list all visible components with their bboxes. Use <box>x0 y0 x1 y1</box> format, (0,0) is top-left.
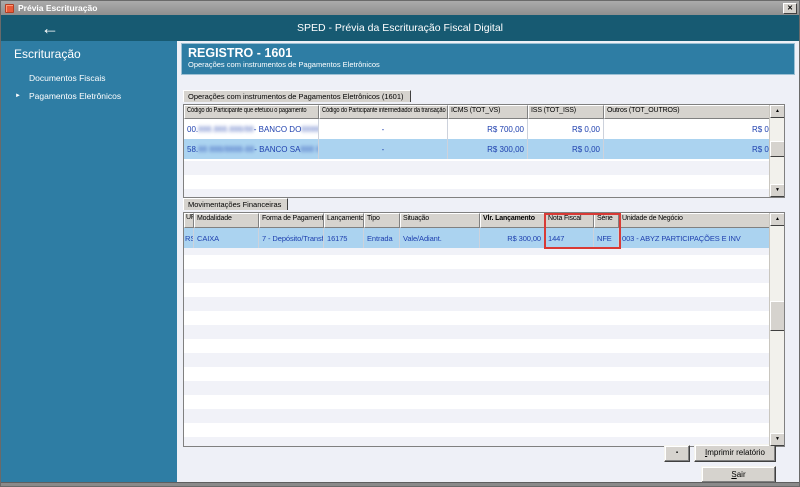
scroll-down-icon[interactable]: ▼ <box>770 433 784 446</box>
iss-cell: R$ 0,00 <box>528 119 604 139</box>
imprimir-relatorio-button[interactable]: Imprimir relatório <box>694 444 776 462</box>
sair-button[interactable]: Sair <box>701 466 776 483</box>
outros-cell: R$ 0,00 <box>604 119 784 139</box>
column-header-tipo[interactable]: Tipo <box>364 213 400 228</box>
column-header-nota-fiscal[interactable]: Nota Fiscal <box>545 213 594 228</box>
tipo-cell: Entrada <box>364 228 400 248</box>
sidebar-title: Escrituração <box>14 47 81 61</box>
column-header-iss[interactable]: ISS (TOT_ISS) <box>528 105 604 119</box>
vlr-lancamento-cell: R$ 300,00 <box>480 228 545 248</box>
vertical-scrollbar[interactable]: ▲ ▼ <box>769 213 784 446</box>
operacoes-grid: Código do Participante que efetuou o pag… <box>183 104 785 198</box>
table-row[interactable]: 00.888.888.888/88 - BANCO DO 88888 88 - … <box>184 119 784 139</box>
outros-cell: R$ 0,00 <box>604 139 784 159</box>
column-header-icms[interactable]: ICMS (TOT_VS) <box>448 105 528 119</box>
titlebar: Prévia Escrituração ✕ <box>1 1 799 15</box>
registro-title: REGISTRO - 1601 <box>188 46 293 60</box>
unidade-negocio-cell: 003 - ABYZ PARTICIPAÇÕES E INV <box>619 228 784 248</box>
serie-cell: NFE <box>594 228 619 248</box>
movimentacoes-grid: UF Modalidade Forma de Pagamento Lançame… <box>183 212 785 447</box>
redacted-text: 888.888.888/88 <box>198 124 254 134</box>
sidebar-item-label: Documentos Fiscais <box>29 73 106 83</box>
scroll-up-icon[interactable]: ▲ <box>770 105 784 118</box>
app-icon <box>5 3 14 13</box>
column-header-situacao[interactable]: Situação <box>400 213 480 228</box>
tab-operacoes-1601[interactable]: Operações com instrumentos de Pagamentos… <box>183 90 411 102</box>
situacao-cell: Vale/Adiant. <box>400 228 480 248</box>
column-header-participante-pagamento[interactable]: Código do Participante que efetuou o pag… <box>184 105 319 119</box>
small-dots-button[interactable]: ▪ <box>664 445 690 462</box>
modalidade-cell: CAIXA <box>194 228 259 248</box>
operacoes-section: Operações com instrumentos de Pagamentos… <box>183 86 785 198</box>
sidebar: Escrituração Documentos Fiscais ► Pagame… <box>1 41 177 482</box>
nota-fiscal-cell: 1447 <box>545 228 594 248</box>
lancamento-cell: 16175 <box>324 228 364 248</box>
close-icon[interactable]: ✕ <box>783 2 797 14</box>
scrollbar-thumb[interactable] <box>770 301 784 331</box>
app-header: ← SPED - Prévia da Escrituração Fiscal D… <box>1 15 799 41</box>
scrollbar-thumb[interactable] <box>770 141 784 157</box>
redacted-text: 88 888/8888-88 <box>198 144 255 154</box>
window-title: Prévia Escrituração <box>18 3 98 13</box>
participante-cell: 00.888.888.888/88 - BANCO DO 88888 88 <box>184 119 319 139</box>
table-row-selected[interactable]: RS CAIXA 7 - Depósito/Transferênc 16175 … <box>184 228 784 248</box>
participante-cell: 58.88 888/8888-88 - BANCO SA888 8 8 <box>184 139 319 159</box>
uf-cell: RS <box>184 228 194 248</box>
main-content: REGISTRO - 1601 Operações com instrument… <box>177 41 799 483</box>
scroll-down-icon[interactable]: ▼ <box>770 184 784 197</box>
sidebar-item-documentos-fiscais[interactable]: Documentos Fiscais <box>1 69 177 87</box>
sidebar-item-pagamentos-eletronicos[interactable]: ► Pagamentos Eletrônicos <box>1 87 177 105</box>
forma-pagamento-cell: 7 - Depósito/Transferênc <box>259 228 324 248</box>
tab-movimentacoes-financeiras[interactable]: Movimentações Financeiras <box>183 198 289 210</box>
column-header-participante-intermediador[interactable]: Código do Participante intermediador da … <box>319 105 448 119</box>
registro-subtitle: Operações com instrumentos de Pagamentos… <box>188 60 380 69</box>
iss-cell: R$ 0,00 <box>528 139 604 159</box>
scroll-up-icon[interactable]: ▲ <box>770 213 784 226</box>
intermediador-cell: - <box>319 139 448 159</box>
column-header-uf[interactable]: UF <box>184 213 194 228</box>
app-title: SPED - Prévia da Escrituração Fiscal Dig… <box>297 22 503 34</box>
operacoes-grid-header: Código do Participante que efetuou o pag… <box>184 105 784 119</box>
window-bottom-border <box>1 482 799 486</box>
sidebar-item-label: Pagamentos Eletrônicos <box>29 91 122 101</box>
column-header-modalidade[interactable]: Modalidade <box>194 213 259 228</box>
vertical-scrollbar[interactable]: ▲ ▼ <box>769 105 784 197</box>
table-row-selected[interactable]: 58.88 888/8888-88 - BANCO SA888 8 8 - R$… <box>184 139 784 159</box>
column-header-outros[interactable]: Outros (TOT_OUTROS) <box>604 105 784 119</box>
column-header-unidade-negocio[interactable]: Unidade de Negócio <box>619 213 784 228</box>
column-header-forma-pagamento[interactable]: Forma de Pagamento <box>259 213 324 228</box>
app-window: Prévia Escrituração ✕ ← SPED - Prévia da… <box>0 0 800 487</box>
movimentacoes-grid-header: UF Modalidade Forma de Pagamento Lançame… <box>184 213 784 228</box>
redacted-text: 88888 88 <box>301 124 319 134</box>
icms-cell: R$ 700,00 <box>448 119 528 139</box>
icms-cell: R$ 300,00 <box>448 139 528 159</box>
column-header-vlr-lancamento[interactable]: Vlr. Lançamento <box>480 213 545 228</box>
redacted-text: 888 8 8 <box>300 144 318 154</box>
intermediador-cell: - <box>319 119 448 139</box>
movimentacoes-section: Movimentações Financeiras UF Modalidade … <box>183 194 785 447</box>
registro-header: REGISTRO - 1601 Operações com instrument… <box>181 43 795 75</box>
selected-arrow-icon: ► <box>15 93 21 99</box>
column-header-lancamento[interactable]: Lançamento <box>324 213 364 228</box>
column-header-serie[interactable]: Série <box>594 213 619 228</box>
